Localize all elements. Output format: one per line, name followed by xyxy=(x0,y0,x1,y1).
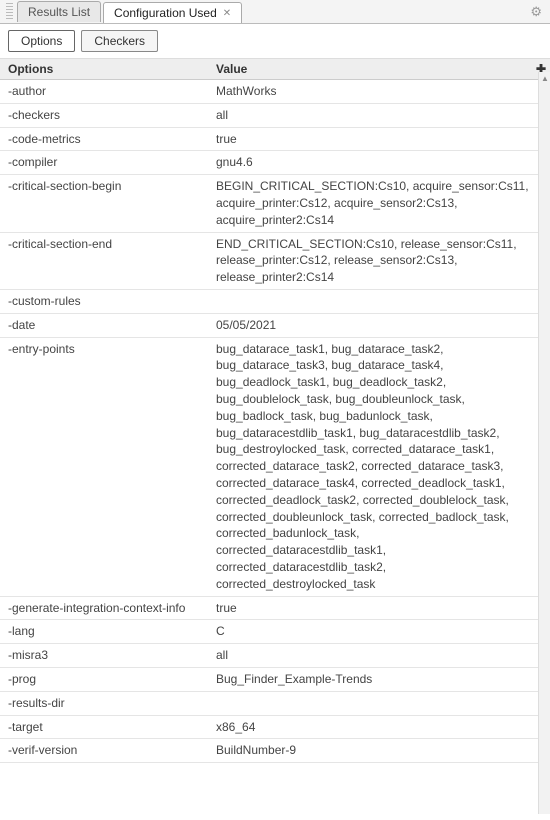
table-row[interactable]: -entry-pointsbug_datarace_task1, bug_dat… xyxy=(0,338,550,597)
subtabs-bar: Options Checkers xyxy=(0,24,550,59)
option-name: -code-metrics xyxy=(0,128,208,151)
option-name: -misra3 xyxy=(0,644,208,667)
table-row[interactable]: -custom-rules xyxy=(0,290,550,314)
table-row[interactable]: -targetx86_64 xyxy=(0,716,550,740)
tabs-bar: Results List Configuration Used ✕ ⚙ xyxy=(0,0,550,24)
option-name: -custom-rules xyxy=(0,290,208,313)
option-value: true xyxy=(208,128,550,151)
option-name: -critical-section-begin xyxy=(0,175,208,231)
header-value: Value xyxy=(208,59,550,79)
option-name: -compiler xyxy=(0,151,208,174)
table-row[interactable]: -date05/05/2021 xyxy=(0,314,550,338)
option-name: -results-dir xyxy=(0,692,208,715)
option-name: -target xyxy=(0,716,208,739)
table-row[interactable]: -progBug_Finder_Example-Trends xyxy=(0,668,550,692)
header-options: Options xyxy=(0,59,208,79)
table-row[interactable]: -generate-integration-context-infotrue xyxy=(0,597,550,621)
table-header: Options Value ✚ xyxy=(0,59,550,80)
tab-configuration-used[interactable]: Configuration Used ✕ xyxy=(103,2,242,23)
option-name: -date xyxy=(0,314,208,337)
table-row[interactable]: -critical-section-beginBEGIN_CRITICAL_SE… xyxy=(0,175,550,232)
option-name: -checkers xyxy=(0,104,208,127)
vertical-scrollbar[interactable]: ▲ xyxy=(538,72,550,814)
option-name: -generate-integration-context-info xyxy=(0,597,208,620)
option-value: all xyxy=(208,644,550,667)
table-body: -authorMathWorks-checkersall-code-metric… xyxy=(0,80,550,820)
table-row[interactable]: -compilergnu4.6 xyxy=(0,151,550,175)
table-row[interactable]: -code-metricstrue xyxy=(0,128,550,152)
option-name: -lang xyxy=(0,620,208,643)
subtab-options[interactable]: Options xyxy=(8,30,75,52)
option-name: -prog xyxy=(0,668,208,691)
table-row[interactable]: -checkersall xyxy=(0,104,550,128)
table-row[interactable]: -misra3all xyxy=(0,644,550,668)
option-value: gnu4.6 xyxy=(208,151,550,174)
option-value: MathWorks xyxy=(208,80,550,103)
table-row[interactable]: -langC xyxy=(0,620,550,644)
option-value: 05/05/2021 xyxy=(208,314,550,337)
subtab-checkers[interactable]: Checkers xyxy=(81,30,158,52)
option-name: -entry-points xyxy=(0,338,208,596)
option-value: Bug_Finder_Example-Trends xyxy=(208,668,550,691)
table-row[interactable]: -results-dir xyxy=(0,692,550,716)
tab-label: Results List xyxy=(28,5,90,19)
grip-icon xyxy=(6,3,13,21)
option-value: BuildNumber-9 xyxy=(208,739,550,762)
option-value: BEGIN_CRITICAL_SECTION:Cs10, acquire_sen… xyxy=(208,175,550,231)
option-name: -verif-version xyxy=(0,739,208,762)
option-value: bug_datarace_task1, bug_datarace_task2, … xyxy=(208,338,550,596)
option-value: true xyxy=(208,597,550,620)
option-name: -author xyxy=(0,80,208,103)
table-row[interactable]: -critical-section-endEND_CRITICAL_SECTIO… xyxy=(0,233,550,290)
option-name: -critical-section-end xyxy=(0,233,208,289)
option-value xyxy=(208,692,550,715)
option-value: END_CRITICAL_SECTION:Cs10, release_senso… xyxy=(208,233,550,289)
tab-results-list[interactable]: Results List xyxy=(17,1,101,22)
option-value: all xyxy=(208,104,550,127)
tab-label: Configuration Used xyxy=(114,6,217,20)
close-icon[interactable]: ✕ xyxy=(223,8,231,19)
option-value: C xyxy=(208,620,550,643)
scroll-up-icon[interactable]: ▲ xyxy=(539,72,550,86)
option-value xyxy=(208,290,550,313)
option-value: x86_64 xyxy=(208,716,550,739)
table-row[interactable]: -authorMathWorks xyxy=(0,80,550,104)
gear-icon[interactable]: ⚙ xyxy=(530,4,542,20)
table-row[interactable]: -verif-versionBuildNumber-9 xyxy=(0,739,550,763)
